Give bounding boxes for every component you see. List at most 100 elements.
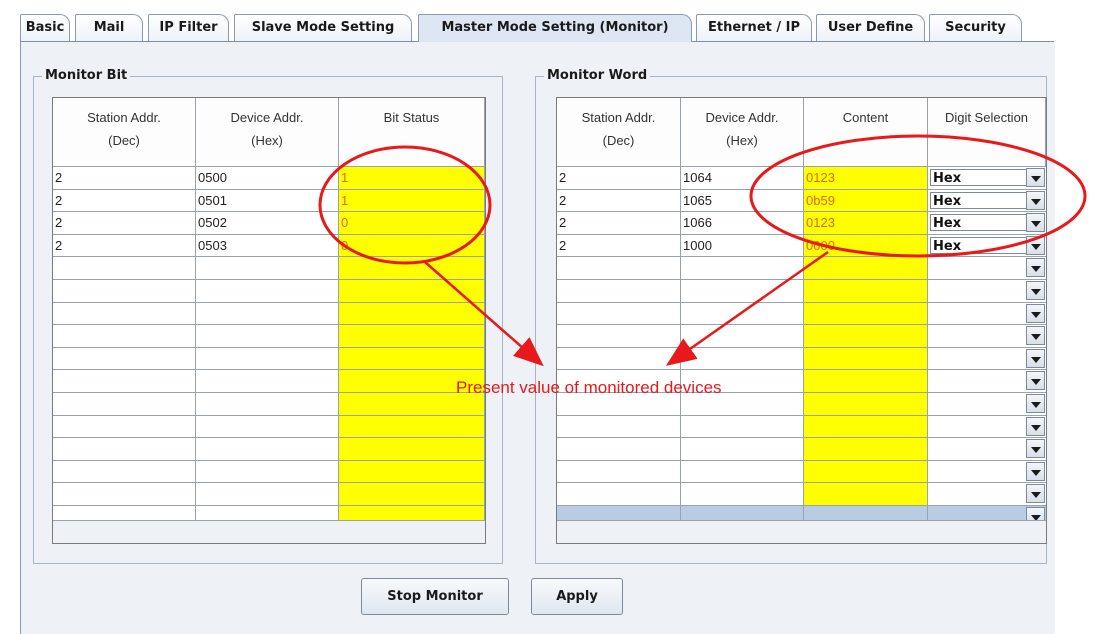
tab-ip-filter[interactable]: IP Filter [148,14,229,41]
table-cell[interactable] [681,257,804,280]
digit-selection-dropdown[interactable] [928,257,1046,280]
digit-selection-dropdown[interactable] [928,370,1046,393]
table-cell[interactable] [53,302,196,326]
chevron-down-icon[interactable] [1026,280,1045,300]
value-cell[interactable] [804,257,928,280]
table-cell[interactable]: 2 [53,234,196,258]
table-cell[interactable] [557,325,681,348]
table-row[interactable] [557,415,1046,439]
tab-mail[interactable]: Mail [75,14,143,41]
table-cell[interactable] [53,279,196,303]
table-cell[interactable]: 0503 [196,234,339,258]
table-cell[interactable] [53,257,196,280]
digit-selection-dropdown[interactable] [928,347,1046,371]
table-row[interactable]: 2 1000 0000 Hex [557,234,1046,258]
table-cell[interactable] [53,347,196,371]
table-row[interactable]: 2 1065 0b59 Hex [557,189,1046,213]
stop-monitor-button[interactable]: Stop Monitor [361,578,509,615]
table-row[interactable] [557,483,1046,506]
column-header[interactable]: Station Addr. (Dec) [53,98,196,167]
value-cell[interactable] [339,257,485,280]
value-cell[interactable]: 0 [339,212,485,235]
table-cell[interactable] [681,483,804,506]
table-cell[interactable]: 0501 [196,189,339,213]
table-cell[interactable]: 2 [557,167,681,190]
table-cell[interactable] [681,460,804,484]
chevron-down-icon[interactable] [1026,439,1045,459]
table-cell[interactable] [196,302,339,326]
chevron-down-icon[interactable] [1026,484,1045,504]
value-cell[interactable]: 0b59 [804,189,928,213]
value-cell[interactable] [339,483,485,506]
chevron-down-icon[interactable] [1026,461,1045,481]
table-row[interactable] [557,302,1046,326]
value-cell[interactable] [804,347,928,371]
chevron-down-icon[interactable] [1026,326,1045,346]
value-cell[interactable] [804,325,928,348]
chevron-down-icon[interactable] [1026,303,1045,323]
table-cell[interactable] [53,415,196,439]
table-cell[interactable]: 2 [53,212,196,235]
column-header[interactable]: Device Addr. (Hex) [196,98,339,167]
table-row[interactable] [557,347,1046,371]
digit-selection-dropdown[interactable] [928,483,1046,506]
chevron-down-icon[interactable] [1026,213,1045,233]
column-header[interactable]: Bit Status [339,98,485,167]
table-cell[interactable] [557,279,681,303]
table-row[interactable] [557,279,1046,303]
value-cell[interactable] [804,438,928,461]
table-row[interactable] [53,279,485,303]
table-cell[interactable] [681,302,804,326]
table-cell[interactable]: 1000 [681,234,804,258]
value-cell[interactable] [804,302,928,326]
table-row[interactable] [53,325,485,348]
table-cell[interactable] [53,483,196,506]
value-cell[interactable]: 0 [339,234,485,258]
value-cell[interactable]: 0123 [804,167,928,190]
value-cell[interactable] [339,325,485,348]
value-cell[interactable] [339,302,485,326]
value-cell[interactable]: 0123 [804,212,928,235]
value-cell[interactable] [804,483,928,506]
table-cell[interactable] [53,325,196,348]
table-cell[interactable] [557,347,681,371]
chevron-down-icon[interactable] [1026,190,1045,210]
table-cell[interactable] [196,392,339,416]
table-cell[interactable] [681,347,804,371]
table-row[interactable] [53,460,485,484]
table-row[interactable] [53,302,485,326]
table-row[interactable] [557,438,1046,461]
tab-slave-mode-setting[interactable]: Slave Mode Setting [234,14,412,41]
digit-selection-dropdown[interactable] [928,460,1046,484]
chevron-down-icon[interactable] [1026,235,1045,255]
chevron-down-icon[interactable] [1026,168,1045,187]
digit-selection-dropdown[interactable] [928,325,1046,348]
table-cell[interactable] [196,438,339,461]
table-cell[interactable] [196,279,339,303]
tab-ethernet-ip[interactable]: Ethernet / IP [696,14,812,41]
table-cell[interactable] [53,460,196,484]
table-cell[interactable]: 0500 [196,167,339,190]
table-cell[interactable] [53,370,196,393]
table-row[interactable] [53,392,485,416]
column-header[interactable]: Digit Selection [928,98,1046,167]
table-cell[interactable] [53,392,196,416]
table-cell[interactable] [557,483,681,506]
table-cell[interactable]: 2 [53,167,196,190]
digit-selection-dropdown[interactable] [928,302,1046,326]
value-cell[interactable] [339,438,485,461]
digit-selection-dropdown[interactable] [928,392,1046,416]
value-cell[interactable]: 1 [339,189,485,213]
tab-basic[interactable]: Basic [20,14,70,41]
digit-selection-dropdown[interactable] [928,279,1046,303]
table-row[interactable]: 2 0500 1 [53,167,485,190]
table-cell[interactable]: 0502 [196,212,339,235]
value-cell[interactable] [804,392,928,416]
table-cell[interactable]: 2 [557,189,681,213]
value-cell[interactable]: 0000 [804,234,928,258]
table-cell[interactable] [196,415,339,439]
table-row[interactable]: 2 1064 0123 Hex [557,167,1046,190]
table-row[interactable] [53,415,485,439]
column-header[interactable]: Device Addr. (Hex) [681,98,804,167]
table-row[interactable]: 2 0501 1 [53,189,485,213]
